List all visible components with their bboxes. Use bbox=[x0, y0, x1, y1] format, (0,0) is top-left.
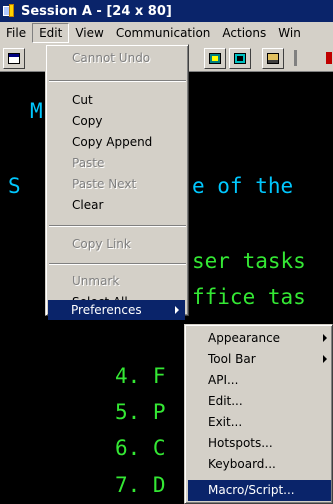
menu-window[interactable]: Win bbox=[272, 23, 307, 43]
title-bar[interactable]: Session A - [24 x 80] bbox=[0, 0, 333, 22]
menu-item-unmark[interactable]: Unmark bbox=[49, 271, 186, 291]
terminal-icon bbox=[234, 53, 246, 64]
terminal-line: ffice tas bbox=[192, 285, 306, 309]
terminal-line: S bbox=[8, 174, 21, 198]
menu-item-paste[interactable]: Paste bbox=[49, 153, 186, 173]
menu-actions[interactable]: Actions bbox=[216, 23, 272, 43]
window-icon bbox=[8, 53, 20, 64]
submenu-item-api[interactable]: API... bbox=[188, 370, 331, 391]
edit-dropdown-menu: Cannot Undo Cut Copy Copy Append Paste P… bbox=[45, 44, 189, 316]
terminal-line: ser tasks bbox=[192, 249, 306, 273]
submenu-arrow-icon bbox=[323, 334, 327, 342]
submenu-item-macro-script[interactable]: Macro/Script... bbox=[188, 480, 331, 501]
toolbar-button-4[interactable] bbox=[229, 48, 251, 69]
menu-item-cannot-undo[interactable]: Cannot Undo bbox=[49, 48, 186, 68]
menu-bar: File Edit View Communication Actions Win bbox=[0, 22, 333, 44]
preferences-submenu: Appearance Tool Bar API... Edit... Exit.… bbox=[184, 324, 333, 504]
app-icon[interactable] bbox=[3, 4, 17, 18]
stop-icon[interactable] bbox=[326, 52, 332, 64]
toolbar-session-button[interactable] bbox=[3, 48, 25, 69]
menu-separator bbox=[49, 80, 186, 82]
toolbar-button-5[interactable] bbox=[262, 48, 284, 69]
menu-item-copy-link[interactable]: Copy Link bbox=[49, 234, 186, 254]
menu-item-clear[interactable]: Clear bbox=[49, 195, 186, 215]
submenu-item-tool-bar-label: Tool Bar bbox=[208, 352, 256, 366]
menu-view[interactable]: View bbox=[69, 23, 109, 43]
submenu-arrow-icon bbox=[175, 306, 179, 314]
submenu-item-appearance-label: Appearance bbox=[208, 331, 281, 345]
menu-item-cut[interactable]: Cut bbox=[49, 90, 186, 110]
menu-item-preferences[interactable]: Preferences bbox=[48, 300, 185, 320]
terminal-line: e of the bbox=[192, 174, 294, 198]
menu-item-copy-append[interactable]: Copy Append bbox=[49, 132, 186, 152]
menu-edit[interactable]: Edit bbox=[32, 23, 70, 43]
screen-icon bbox=[209, 53, 221, 64]
menu-item-paste-next[interactable]: Paste Next bbox=[49, 174, 186, 194]
submenu-arrow-icon bbox=[323, 355, 327, 363]
menu-communication[interactable]: Communication bbox=[110, 23, 217, 43]
toolbar-separator bbox=[294, 50, 297, 66]
window-title: Session A - [24 x 80] bbox=[21, 3, 172, 19]
menu-file[interactable]: File bbox=[0, 23, 32, 43]
terminal-line: 6. C bbox=[115, 436, 166, 460]
terminal-line: M bbox=[30, 99, 43, 123]
submenu-item-hotspots[interactable]: Hotspots... bbox=[188, 433, 331, 454]
menu-item-copy[interactable]: Copy bbox=[49, 111, 186, 131]
menu-separator bbox=[49, 225, 186, 227]
toolbar-button-3[interactable] bbox=[204, 48, 226, 69]
submenu-item-exit[interactable]: Exit... bbox=[188, 412, 331, 433]
terminal-line: 7. D bbox=[115, 473, 166, 497]
submenu-item-tool-bar[interactable]: Tool Bar bbox=[188, 349, 331, 370]
keyboard-icon bbox=[267, 53, 279, 64]
menu-separator bbox=[49, 263, 186, 265]
submenu-item-keyboard[interactable]: Keyboard... bbox=[188, 454, 331, 475]
submenu-item-edit[interactable]: Edit... bbox=[188, 391, 331, 412]
menu-item-preferences-label: Preferences bbox=[71, 303, 142, 317]
terminal-line: 4. F bbox=[115, 364, 166, 388]
submenu-item-appearance[interactable]: Appearance bbox=[188, 328, 331, 349]
terminal-line: 5. P bbox=[115, 400, 166, 424]
